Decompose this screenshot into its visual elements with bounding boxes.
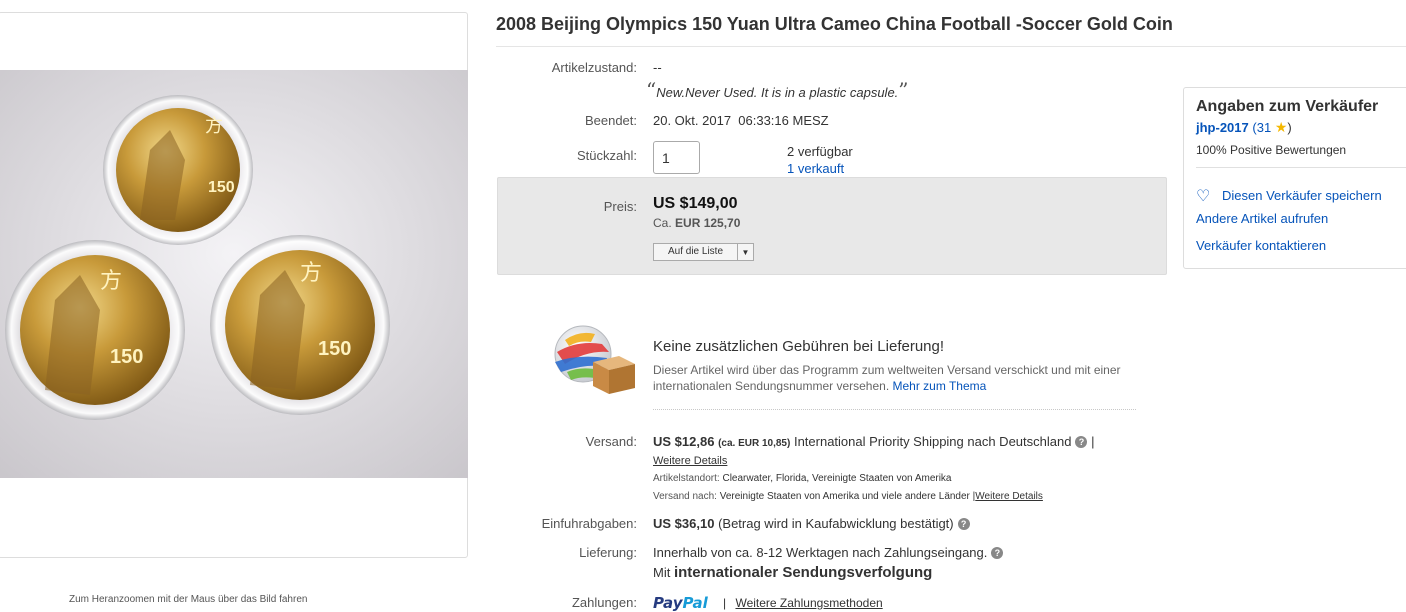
import-label: Einfuhrabgaben:: [541, 516, 637, 531]
svg-text:方: 方: [100, 268, 122, 293]
seller-positive-rating: 100% Positive Bewertungen: [1196, 143, 1347, 157]
import-line: US $36,10 (Betrag wird in Kaufabwicklung…: [653, 516, 970, 531]
shipping-label: Versand:: [585, 434, 637, 449]
contact-seller-link[interactable]: Verkäufer kontaktieren: [1196, 238, 1326, 253]
seller-condition-note: “New.Never Used. It is in a plastic caps…: [646, 78, 909, 102]
quantity-available: 2 verfügbar: [787, 144, 853, 159]
price-box: [497, 177, 1167, 275]
add-to-watchlist-button[interactable]: Auf die Liste ▼: [653, 243, 754, 261]
condition-label: Artikelzustand:: [551, 60, 637, 75]
import-note: (Betrag wird in Kaufabwicklung bestätigt…: [718, 516, 954, 531]
save-seller-link[interactable]: ♡ Diesen Verkäufer speichern: [1196, 186, 1382, 206]
price-value: US $149,00: [653, 195, 738, 212]
ships-to: Versand nach: Vereinigte Staaten von Ame…: [653, 491, 1043, 502]
open-quote: “: [646, 78, 657, 102]
seller-name-link[interactable]: jhp-2017: [1196, 120, 1249, 135]
dotted-divider: [653, 409, 1136, 410]
shipping-cost-converted: (ca. EUR 10,85): [718, 438, 791, 449]
price-converted-value: EUR 125,70: [675, 216, 741, 230]
coin-left: 150 方: [5, 240, 185, 420]
seller-identity: jhp-2017 (31 ★): [1196, 119, 1292, 136]
heart-icon[interactable]: ♡: [1196, 186, 1214, 206]
save-seller-label[interactable]: Diesen Verkäufer speichern: [1222, 188, 1382, 203]
other-items-link[interactable]: Andere Artikel aufrufen: [1196, 211, 1328, 226]
shipping-promo-text: Dieser Artikel wird über das Programm zu…: [653, 362, 1143, 394]
help-icon[interactable]: ?: [991, 547, 1004, 559]
promo-more-link[interactable]: Mehr zum Thema: [893, 379, 987, 393]
coin-top: 150 方: [103, 95, 253, 245]
more-payment-methods-link[interactable]: Weitere Zahlungsmethoden: [735, 596, 882, 610]
ships-to-value: Vereinigte Staaten von Amerika und viele…: [719, 491, 970, 502]
payments-label: Zahlungen:: [571, 595, 637, 610]
shipping-details-label[interactable]: Weitere Details: [653, 455, 727, 467]
item-location-value: Clearwater, Florida, Vereinigte Staaten …: [722, 473, 952, 484]
svg-text:方: 方: [300, 260, 322, 285]
tracking-prefix: Mit: [653, 565, 671, 580]
item-location-label: Artikelstandort:: [653, 473, 720, 484]
help-icon[interactable]: ?: [957, 518, 970, 530]
shipping-cost: US $12,86: [653, 434, 715, 449]
ships-to-details-link[interactable]: Weitere Details: [975, 491, 1043, 502]
caret-down-icon[interactable]: ▼: [737, 244, 753, 260]
shipping-cost-line: US $12,86 (ca. EUR 10,85) International …: [653, 434, 1094, 449]
title-divider: [496, 46, 1406, 47]
import-value: US $36,10: [653, 516, 715, 531]
close-quote: ”: [898, 78, 909, 102]
item-location: Artikelstandort: Clearwater, Florida, Ve…: [653, 473, 952, 484]
seller-divider: [1196, 167, 1406, 168]
tracking-text: internationaler Sendungsverfolgung: [673, 564, 933, 581]
feedback-count-link[interactable]: 31: [1257, 120, 1271, 135]
star-icon: ★: [1274, 119, 1288, 135]
condition-value: --: [653, 60, 662, 75]
coin-right: 150 方: [210, 235, 390, 415]
item-photo-gold-coins[interactable]: 150 方 150 方 150 方: [0, 70, 468, 478]
shipping-promo-body: Dieser Artikel wird über das Programm zu…: [653, 363, 1121, 393]
paypal-logo: PayPal: [653, 594, 708, 612]
shipping-service: International Priority Shipping nach Deu…: [793, 434, 1072, 449]
parcel-box: [593, 356, 635, 394]
zoom-hint: Zum Heranzoomen mit der Maus über das Bi…: [69, 594, 308, 605]
quantity-label: Stückzahl:: [577, 148, 637, 163]
feedback-close: ): [1287, 120, 1292, 135]
condition-note-text: New.Never Used. It is in a plastic capsu…: [656, 85, 899, 100]
ended-value: 20. Okt. 2017 06:33:16 MESZ: [653, 113, 829, 128]
help-icon[interactable]: ?: [1075, 436, 1088, 448]
seller-heading: Angaben zum Verkäufer: [1196, 98, 1379, 115]
price-converted-prefix: Ca.: [653, 216, 672, 230]
watch-button-label[interactable]: Auf die Liste: [654, 244, 737, 260]
payment-more: | Weitere Zahlungsmethoden: [723, 596, 883, 610]
tracking-line: Mit internationaler Sendungsverfolgung: [653, 564, 932, 581]
delivery-label: Lieferung:: [579, 545, 637, 560]
shipping-details-link[interactable]: Weitere Details: [653, 455, 727, 467]
delivery-value: Innerhalb von ca. 8-12 Werktagen nach Za…: [653, 545, 988, 560]
global-shipping-icon: [554, 325, 635, 394]
shipping-promo-title: Keine zusätzlichen Gebühren bei Lieferun…: [653, 338, 945, 355]
delivery-line: Innerhalb von ca. 8-12 Werktagen nach Za…: [653, 545, 1004, 560]
paypal-logo-pal: Pal: [682, 594, 708, 612]
svg-text:150: 150: [208, 179, 235, 196]
svg-text:方: 方: [205, 116, 223, 136]
quantity-sold-link[interactable]: 1 verkauft: [787, 161, 844, 176]
price-converted: Ca. EUR 125,70: [653, 216, 740, 230]
ended-label: Beendet:: [584, 113, 637, 128]
item-title: 2008 Beijing Olympics 150 Yuan Ultra Cam…: [496, 14, 1173, 34]
svg-text:150: 150: [110, 346, 143, 368]
svg-text:150: 150: [318, 338, 351, 360]
payment-separator: |: [723, 596, 727, 610]
ships-to-label: Versand nach:: [653, 491, 717, 502]
paypal-logo-pay: Pay: [653, 594, 683, 612]
price-label: Preis:: [603, 199, 637, 214]
quantity-input[interactable]: [653, 141, 700, 174]
shipping-separator: |: [1091, 434, 1095, 449]
